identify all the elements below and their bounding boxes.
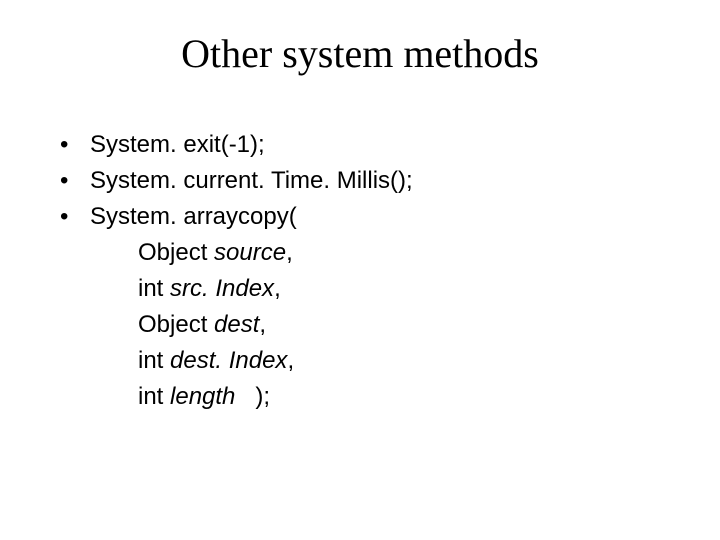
param-line-4: int length ); bbox=[60, 379, 720, 415]
bullet-item-2: • System. arraycopy( bbox=[60, 199, 720, 235]
param-name-0: source bbox=[214, 239, 286, 266]
param-type-4: int bbox=[138, 383, 170, 410]
bullet-item-0: • System. exit(-1); bbox=[60, 127, 720, 163]
param-name-1: src. Index bbox=[170, 275, 274, 302]
bullet-icon: • bbox=[60, 163, 90, 199]
bullet-icon: • bbox=[60, 199, 90, 235]
param-name-2: dest bbox=[214, 311, 259, 338]
bullet-item-1: • System. current. Time. Millis(); bbox=[60, 163, 720, 199]
param-name-3: dest. Index bbox=[170, 347, 287, 374]
param-suffix-3: , bbox=[287, 347, 294, 374]
param-type-3: int bbox=[138, 347, 170, 374]
slide-title: Other system methods bbox=[0, 30, 720, 77]
bullet-icon: • bbox=[60, 127, 90, 163]
bullet-text-2: System. arraycopy( bbox=[90, 199, 297, 235]
param-suffix-0: , bbox=[286, 239, 293, 266]
param-line-0: Object source, bbox=[60, 235, 720, 271]
bullet-text-1: System. current. Time. Millis(); bbox=[90, 163, 413, 199]
param-line-2: Object dest, bbox=[60, 307, 720, 343]
param-type-1: int bbox=[138, 275, 170, 302]
param-line-1: int src. Index, bbox=[60, 271, 720, 307]
param-name-4: length bbox=[170, 383, 235, 410]
slide-content: • System. exit(-1); • System. current. T… bbox=[0, 127, 720, 415]
param-suffix-2: , bbox=[259, 311, 266, 338]
param-type-2: Object bbox=[138, 311, 214, 338]
bullet-text-0: System. exit(-1); bbox=[90, 127, 265, 163]
param-suffix-1: , bbox=[274, 275, 281, 302]
param-suffix-4: ); bbox=[235, 383, 270, 410]
param-line-3: int dest. Index, bbox=[60, 343, 720, 379]
param-type-0: Object bbox=[138, 239, 214, 266]
